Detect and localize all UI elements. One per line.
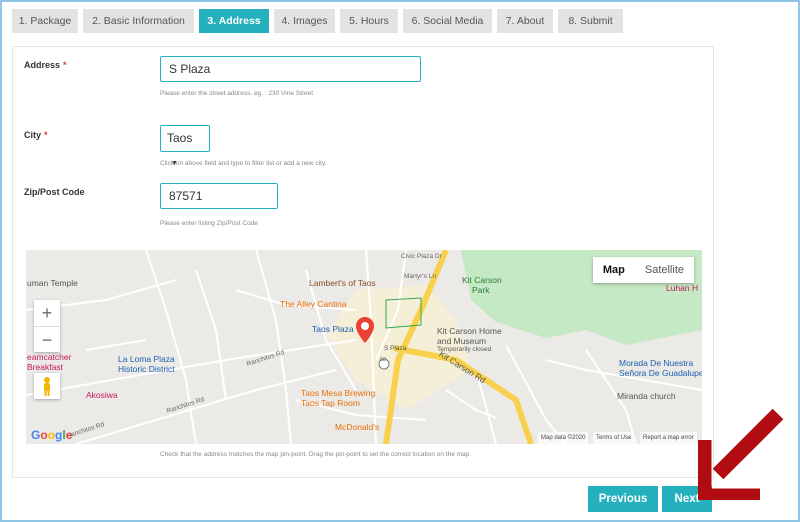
map-pin-icon[interactable] (356, 317, 374, 343)
map-label-la-loma[interactable]: La Loma Plaza Historic District (118, 354, 175, 374)
google-logo[interactable]: Google (31, 428, 72, 442)
zoom-in-button[interactable]: + (34, 300, 60, 326)
map-caption: Check that the address matches the map p… (160, 451, 472, 458)
map-label-miranda-church[interactable]: Miranda church (617, 391, 676, 401)
map-label-dreamcatcher[interactable]: eamcatcher Breakfast (27, 352, 71, 372)
map-label-lamberts[interactable]: Lambert's of Taos (309, 278, 376, 288)
address-input[interactable]: S Plaza (160, 56, 421, 82)
zoom-out-button[interactable]: − (34, 327, 60, 353)
tab-address[interactable]: 3. Address (199, 9, 269, 33)
tab-basic-information[interactable]: 2. Basic Information (83, 9, 194, 33)
zoom-control: + − (34, 300, 60, 352)
tab-package[interactable]: 1. Package (12, 9, 78, 33)
city-select[interactable]: Taos▼ (160, 125, 210, 167)
map-type-control: Map Satellite (592, 257, 694, 283)
pegman-icon (44, 377, 50, 396)
map-label-luhan[interactable]: Luhan H (666, 283, 698, 293)
address-hint: Please enter the street address. eg. : 2… (160, 90, 314, 97)
map-label-martyrs: Martyr's Ln (404, 273, 436, 280)
map-label-taos-mesa[interactable]: Taos Mesa Brewing Taos Tap Room (301, 388, 375, 408)
map-terms-link[interactable]: Terms of Use (593, 432, 635, 444)
tab-submit[interactable]: 8. Submit (558, 9, 623, 33)
zip-label: Zip/Post Code (24, 187, 85, 197)
street-view-button[interactable] (34, 373, 60, 399)
tab-images[interactable]: 4. Images (274, 9, 335, 33)
map-label-alley-cantina[interactable]: The Alley Cantina (280, 299, 347, 309)
tab-hours[interactable]: 5. Hours (340, 9, 398, 33)
zip-input[interactable]: 87571 (160, 183, 278, 209)
map-label-s-plaza: S Plaza (384, 345, 407, 352)
map-report-link[interactable]: Report a map error (640, 432, 697, 444)
address-form-panel: Address * S Plaza Please enter the street… (12, 46, 714, 478)
map-label-taos-plaza[interactable]: Taos Plaza (312, 324, 354, 334)
city-hint: Click on above field and type to filter … (160, 160, 327, 167)
tab-social-media[interactable]: 6. Social Media (403, 9, 492, 33)
city-label: City * (24, 130, 48, 140)
tab-about[interactable]: 7. About (497, 9, 553, 33)
map-label-kit-carson-park[interactable]: Kit Carson Park (462, 275, 502, 295)
map-type-satellite-button[interactable]: Satellite (635, 257, 694, 283)
map-label-kit-carson-home[interactable]: Kit Carson Home and Museum (437, 326, 502, 346)
previous-button[interactable]: Previous (588, 486, 658, 512)
map-label-road-68: 68 (380, 357, 387, 363)
map-data-credit: Map data ©2020 (538, 432, 589, 444)
map-label-mcdonalds[interactable]: McDonald's (335, 422, 379, 432)
map-label-akosiwa[interactable]: Akosiwa (86, 390, 118, 400)
map-label-civic-plaza: Civic Plaza Dr (401, 253, 442, 260)
location-map[interactable]: uman Temple Lambert's of Taos The Alley … (26, 250, 702, 444)
zip-hint: Please enter listing Zip/Post Code (160, 220, 258, 227)
map-type-map-button[interactable]: Map (593, 257, 635, 283)
address-label: Address * (24, 60, 67, 70)
map-label-morada[interactable]: Morada De Nuestra Señora De Guadalupe... (619, 358, 702, 378)
pointer-arrow-icon (698, 408, 784, 500)
map-label-human-temple[interactable]: uman Temple (27, 278, 78, 288)
